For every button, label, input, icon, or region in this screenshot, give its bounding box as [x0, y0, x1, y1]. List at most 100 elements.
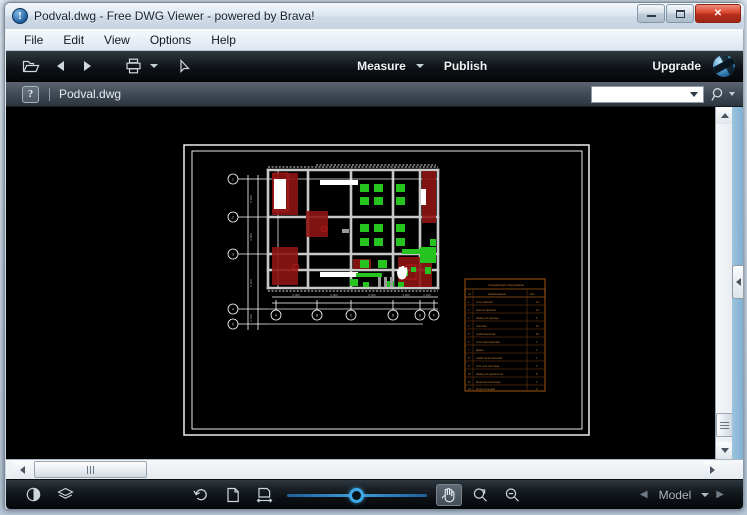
- menu-view[interactable]: View: [96, 31, 138, 49]
- cursor-arrow-icon[interactable]: [174, 54, 196, 78]
- svg-text:2 100: 2 100: [423, 293, 431, 297]
- back-arrow-icon[interactable]: [50, 54, 72, 78]
- open-folder-icon[interactable]: [20, 54, 42, 78]
- application-window: ! Podval.dwg - Free DWG Viewer - powered…: [4, 2, 744, 510]
- svg-text:Кресло офисное: Кресло офисное: [476, 308, 497, 312]
- scroll-down-button[interactable]: [716, 442, 733, 459]
- print-dropdown-caret[interactable]: [150, 64, 158, 68]
- svg-text:3: 3: [232, 252, 234, 256]
- search-input[interactable]: [591, 85, 704, 103]
- svg-text:6 000: 6 000: [292, 293, 300, 297]
- maximize-icon: [675, 9, 685, 18]
- horizontal-scroll-thumb[interactable]: [34, 461, 147, 478]
- measure-button[interactable]: Measure: [351, 56, 412, 76]
- scroll-left-button[interactable]: [14, 460, 31, 479]
- zoom-to-rectangle-icon[interactable]: [468, 484, 494, 506]
- forward-arrow-icon[interactable]: [76, 54, 98, 78]
- next-arrow-icon[interactable]: ▶: [709, 489, 731, 500]
- drawing-canvas[interactable]: 1 2 3 4 5 6 000 6 000 8 400 2 400 A B C D …: [6, 107, 714, 459]
- sheet-dropdown-caret[interactable]: [701, 492, 710, 497]
- collapse-left-icon: [735, 278, 741, 286]
- contrast-icon[interactable]: [20, 484, 46, 506]
- scroll-right-icon: [710, 465, 715, 474]
- close-button[interactable]: ✕: [695, 4, 741, 23]
- zoom-slider[interactable]: [286, 485, 427, 505]
- layers-icon[interactable]: [52, 484, 78, 506]
- upgrade-button[interactable]: Upgrade: [646, 56, 707, 76]
- svg-text:5: 5: [232, 322, 234, 326]
- measure-dropdown-caret[interactable]: [415, 64, 424, 68]
- svg-text:2 400: 2 400: [249, 314, 253, 322]
- svg-text:6 000: 6 000: [330, 293, 338, 297]
- svg-text:Наименование: Наименование: [488, 292, 507, 296]
- prev-arrow-icon[interactable]: ◀: [633, 489, 655, 500]
- vertical-scrollbar[interactable]: [715, 107, 733, 459]
- brava-orb-icon: !: [12, 8, 28, 24]
- scroll-up-button[interactable]: [716, 107, 733, 124]
- svg-text:2: 2: [232, 215, 234, 219]
- menu-options[interactable]: Options: [142, 31, 199, 49]
- search-dropdown-caret[interactable]: [690, 91, 698, 97]
- hscroll-grip-icon: [87, 465, 94, 474]
- window-title: Podval.dwg - Free DWG Viewer - powered b…: [34, 9, 315, 23]
- scroll-grip-icon: [720, 420, 729, 431]
- help-button[interactable]: ?: [22, 85, 39, 103]
- cad-drawing: 1 2 3 4 5 6 000 6 000 8 400 2 400 A B C D …: [6, 107, 714, 459]
- scroll-left-icon: [20, 465, 25, 474]
- svg-text:Стол для принтера: Стол для принтера: [476, 364, 500, 368]
- svg-text:Стол переговорный: Стол переговорный: [476, 340, 500, 344]
- horizontal-scrollbar[interactable]: [6, 459, 743, 479]
- zoom-slider-thumb[interactable]: [348, 487, 364, 503]
- sheet-label[interactable]: Model: [655, 488, 696, 502]
- fit-width-icon[interactable]: [252, 484, 278, 506]
- document-viewer: 1 2 3 4 5 6 000 6 000 8 400 2 400 A B C D …: [6, 107, 743, 459]
- print-icon[interactable]: [122, 54, 144, 78]
- minimize-icon: [646, 15, 656, 17]
- svg-text:4 200: 4 200: [402, 293, 410, 297]
- svg-text:Стол рабочий: Стол рабочий: [476, 300, 493, 304]
- vertical-scroll-thumb[interactable]: [716, 413, 733, 437]
- menu-file[interactable]: File: [16, 31, 51, 49]
- svg-text:Шкаф для документов: Шкаф для документов: [476, 372, 504, 376]
- scroll-down-icon: [720, 448, 729, 453]
- brava-logo[interactable]: [713, 55, 736, 77]
- document-bar: ? Podval.dwg: [6, 82, 743, 107]
- close-icon: ✕: [713, 8, 723, 19]
- svg-text:Диван: Диван: [476, 348, 484, 352]
- minimize-button[interactable]: [637, 4, 665, 23]
- sheet-navigator: ◀ Model ▶: [633, 488, 731, 502]
- svg-text:1: 1: [232, 177, 234, 181]
- pan-hand-icon[interactable]: [435, 483, 462, 506]
- rotate-ccw-icon[interactable]: [188, 484, 214, 506]
- svg-text:№: №: [468, 293, 471, 296]
- scroll-up-icon: [720, 113, 729, 118]
- svg-text:8 400: 8 400: [249, 279, 253, 287]
- menu-bar: File Edit View Options Help: [6, 29, 743, 51]
- fit-page-icon[interactable]: [220, 484, 246, 506]
- svg-text:6 000: 6 000: [368, 293, 376, 297]
- search-options-caret[interactable]: [729, 92, 735, 96]
- zoom-out-icon[interactable]: [500, 484, 526, 506]
- svg-text:Спецификация оборудования: Спецификация оборудования: [488, 283, 525, 287]
- svg-text:Вешалка напольная: Вешалка напольная: [476, 380, 501, 384]
- window-controls: ✕: [637, 4, 741, 23]
- menu-edit[interactable]: Edit: [55, 31, 92, 49]
- svg-text:6 000: 6 000: [249, 195, 253, 203]
- svg-text:Тумба выкатная: Тумба выкатная: [476, 332, 496, 336]
- docbar-separator: [49, 87, 50, 101]
- svg-text:Шкаф для одежды: Шкаф для одежды: [476, 316, 499, 320]
- main-toolbar: Measure Publish Upgrade: [6, 51, 743, 82]
- magnifier-icon[interactable]: [711, 87, 726, 102]
- svg-text:Сейф металлический: Сейф металлический: [476, 356, 503, 360]
- collapse-panel-button[interactable]: [732, 265, 743, 299]
- menu-help[interactable]: Help: [203, 31, 244, 49]
- svg-text:4: 4: [232, 307, 234, 311]
- publish-button[interactable]: Publish: [438, 56, 493, 76]
- title-bar: ! Podval.dwg - Free DWG Viewer - powered…: [5, 3, 744, 29]
- svg-text:Стеллаж: Стеллаж: [476, 324, 487, 328]
- maximize-button[interactable]: [666, 4, 694, 23]
- scroll-right-button[interactable]: [704, 460, 721, 479]
- document-name-label: Podval.dwg: [59, 87, 122, 101]
- svg-text:Кол.: Кол.: [530, 292, 535, 296]
- svg-text:F: F: [433, 313, 435, 317]
